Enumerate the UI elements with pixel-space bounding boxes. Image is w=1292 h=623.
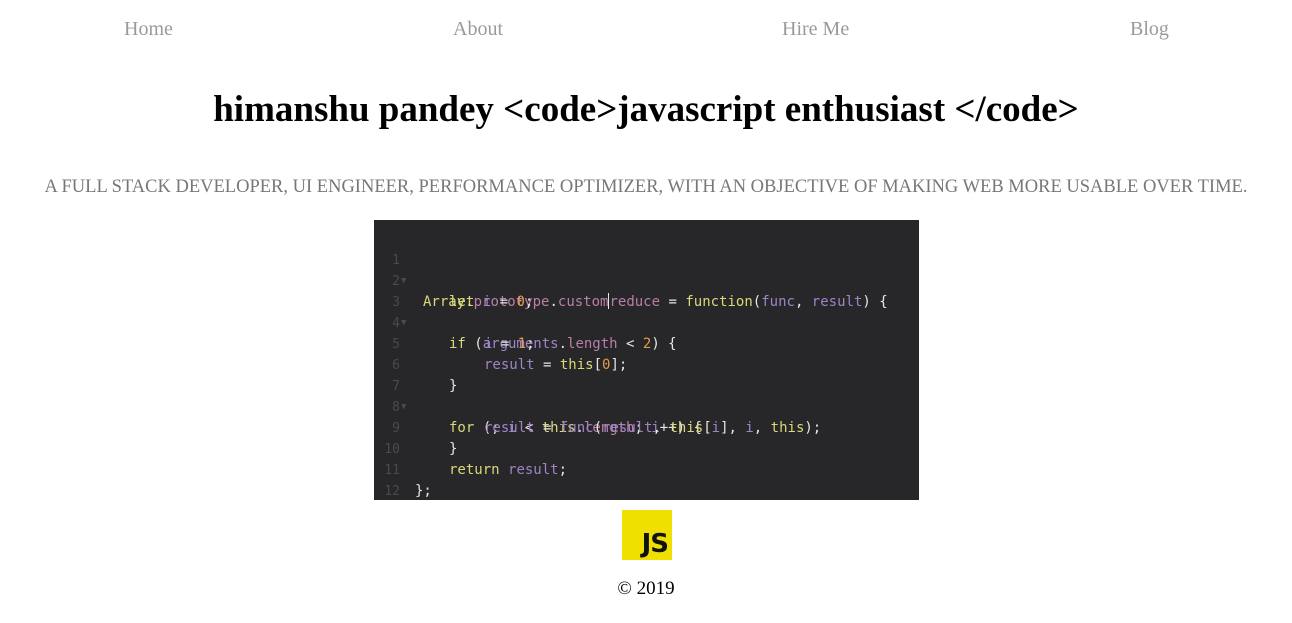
- line-number: 12: [384, 484, 400, 499]
- nav-link-about[interactable]: About: [453, 18, 503, 41]
- page-subtitle: A FULL STACK DEVELOPER, UI ENGINEER, PER…: [44, 177, 1248, 197]
- code-screenshot: 1 ▼ Array.prototype.customreduce = funct…: [374, 220, 919, 500]
- code-line: 10 return result;: [374, 418, 919, 478]
- page-title: himanshu pandey <code>javascript enthusi…: [213, 89, 1079, 130]
- nav-link-home[interactable]: Home: [124, 18, 173, 41]
- code-line: 2 let i = 0;: [374, 250, 919, 310]
- code-text: };: [415, 483, 432, 499]
- top-nav: Home About Hire Me Blog: [0, 18, 1292, 46]
- code-line: 4 i = 1;: [374, 292, 919, 352]
- code-line: 7 ▼ for (; i < this.length; i++) {: [374, 355, 919, 436]
- code-line: 8 result = func(result, this[i], i, this…: [374, 376, 919, 436]
- footer-copyright: © 2019: [617, 578, 675, 599]
- nav-link-hire-me[interactable]: Hire Me: [782, 18, 849, 41]
- nav-link-blog[interactable]: Blog: [1130, 18, 1169, 41]
- code-line: 9 }: [374, 397, 919, 457]
- code-line: 3 ▼ if (arguments.length < 2) {: [374, 271, 919, 352]
- code-line: 5 result = this[0];: [374, 313, 919, 373]
- javascript-logo-icon: JS: [622, 510, 672, 560]
- code-line: 12: [374, 460, 919, 499]
- code-line: 6 }: [374, 334, 919, 394]
- code-line: 11 };: [374, 439, 919, 499]
- js-logo-text: JS: [641, 529, 669, 559]
- code-line: 1 ▼ Array.prototype.customreduce = funct…: [374, 229, 919, 310]
